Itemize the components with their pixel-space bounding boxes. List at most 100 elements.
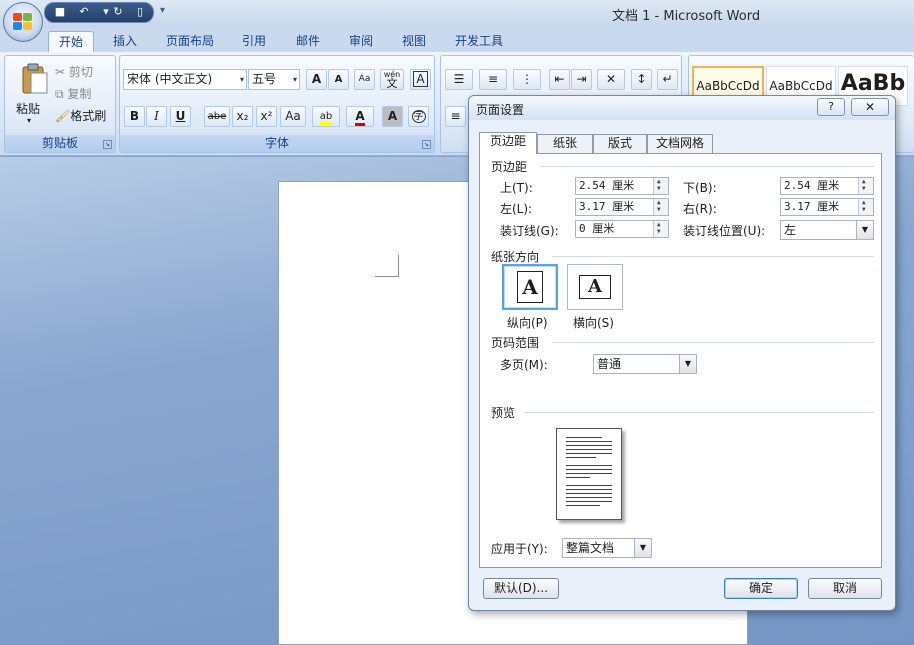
spinner-icon[interactable]: ▲ ▼ [653, 178, 668, 194]
multiple-pages-label: 多页(M): [500, 358, 548, 372]
multiple-pages-select[interactable]: 普通 ▼ [593, 354, 697, 374]
show-marks-icon[interactable]: ↵ [657, 69, 678, 90]
font-group: 宋体 (中文正文) ▾ 五号 ▾ A A Aa wén 文 A B I U abe x… [119, 55, 435, 153]
chevron-down-icon: ▾ [239, 75, 244, 84]
change-case-button[interactable]: Aa [280, 106, 306, 127]
margins-section-title: 页边距 [491, 160, 528, 174]
paste-dropdown-icon[interactable]: ▾ [27, 116, 31, 125]
help-button[interactable]: ? [817, 98, 845, 116]
sort-icon[interactable]: ↕ [631, 69, 652, 90]
cut-label: 剪切 [68, 65, 93, 79]
tab-doc-grid[interactable]: 文档网格 [647, 134, 713, 153]
decrease-indent-icon[interactable]: ⇤ [549, 69, 570, 90]
bottom-margin-field[interactable]: 2.54 厘米 ▲ ▼ [780, 177, 874, 195]
office-button[interactable] [3, 2, 43, 42]
text-direction-icon[interactable]: ✕ [597, 69, 625, 90]
tab-layout[interactable]: 版式 [593, 134, 647, 153]
top-margin-value: 2.54 厘米 [579, 179, 635, 192]
clipboard-group-label: 剪贴板 [5, 135, 115, 152]
save-icon[interactable]: ■ [53, 5, 67, 19]
spinner-icon[interactable]: ▲ ▼ [653, 199, 668, 215]
window-title: 文档 1 - Microsoft Word [612, 9, 761, 24]
underline-button[interactable]: U [170, 106, 191, 127]
paste-button[interactable]: 粘贴 [16, 100, 40, 117]
font-color-button[interactable]: A [346, 106, 374, 127]
cut-button[interactable]: ✂ 剪切 [55, 63, 93, 80]
landscape-button[interactable]: A [567, 264, 623, 310]
top-margin-label: 上(T): [500, 181, 533, 195]
open-icon[interactable]: ▯ [133, 5, 147, 19]
italic-button[interactable]: I [146, 106, 167, 127]
help-icon: ? [828, 100, 834, 113]
format-painter-button[interactable]: 🖌格式刷 [55, 107, 106, 124]
page-preview [556, 428, 622, 520]
portrait-button[interactable]: A [502, 264, 558, 310]
apply-to-select[interactable]: 整篇文档 ▼ [562, 538, 652, 558]
spinner-icon[interactable]: ▲ ▼ [858, 178, 873, 194]
eraser-icon: Aa [358, 74, 371, 84]
align-left-icon[interactable]: ≡ [445, 106, 466, 127]
ok-button[interactable]: 确定 [724, 578, 798, 599]
font-name-combo[interactable]: 宋体 (中文正文) ▾ [123, 69, 247, 90]
phonetic-guide-button[interactable]: wén 文 [380, 69, 404, 90]
tab-home[interactable]: 开始 [48, 31, 94, 52]
superscript-button[interactable]: x² [256, 106, 277, 127]
gutter-position-select[interactable]: 左 ▼ [780, 220, 874, 240]
tab-page-layout[interactable]: 页面布局 [158, 31, 222, 52]
right-margin-value: 3.17 厘米 [784, 200, 840, 213]
spinner-icon[interactable]: ▲ ▼ [653, 221, 668, 237]
chevron-down-icon: ▼ [634, 539, 651, 557]
tab-margins[interactable]: 页边距 [479, 132, 537, 154]
right-margin-field[interactable]: 3.17 厘米 ▲ ▼ [780, 198, 874, 216]
bottom-margin-value: 2.54 厘米 [784, 179, 840, 192]
highlight-button[interactable]: ab [312, 106, 340, 127]
bullets-icon[interactable]: ☰ [445, 69, 473, 90]
left-margin-field[interactable]: 3.17 厘米 ▲ ▼ [575, 198, 669, 216]
copy-label: 复制 [67, 87, 92, 101]
chevron-down-icon: ▼ [679, 355, 696, 373]
tab-review[interactable]: 审阅 [340, 31, 382, 52]
clipboard-launcher-icon[interactable]: ↘ [103, 140, 112, 149]
char-border-button[interactable]: A [410, 69, 431, 90]
font-size-combo[interactable]: 五号 ▾ [248, 69, 300, 90]
portrait-label[interactable]: 纵向(P) [507, 314, 548, 331]
multilevel-list-icon[interactable]: ⋮ [513, 69, 541, 90]
divider [524, 412, 874, 413]
redo-icon[interactable]: ↻ [111, 5, 125, 19]
cancel-button[interactable]: 取消 [808, 578, 882, 599]
spinner-icon[interactable]: ▲ ▼ [858, 199, 873, 215]
tab-insert[interactable]: 插入 [104, 31, 146, 52]
grow-font-button[interactable]: A [306, 69, 327, 90]
bold-button[interactable]: B [124, 106, 145, 127]
tab-view[interactable]: 视图 [394, 31, 434, 52]
page-setup-dialog: 页面设置 ? ✕ 页边距 纸张 版式 文档网格 页边距 上(T): 2.54 厘… [468, 95, 896, 611]
subscript-button[interactable]: x₂ [232, 106, 253, 127]
shrink-font-button[interactable]: A [328, 69, 349, 90]
copy-button[interactable]: ⧉ 复制 [55, 85, 91, 102]
numbering-icon[interactable]: ≡ [479, 69, 507, 90]
preview-section-title: 预览 [491, 406, 516, 420]
tab-paper[interactable]: 纸张 [537, 134, 593, 153]
undo-icon[interactable]: ↶ [77, 5, 91, 19]
tab-developer[interactable]: 开发工具 [446, 31, 512, 52]
landscape-label[interactable]: 横向(S) [573, 314, 614, 331]
set-default-button[interactable]: 默认(D)... [483, 578, 559, 599]
char-shading-icon: A [387, 109, 398, 123]
gutter-field[interactable]: 0 厘米 ▲ ▼ [575, 220, 669, 238]
char-shading-button[interactable]: A [382, 106, 403, 127]
tab-mailings[interactable]: 邮件 [288, 31, 328, 52]
dialog-title-bar[interactable]: 页面设置 ? ✕ [469, 96, 895, 120]
clear-format-button[interactable]: Aa [354, 69, 375, 90]
font-group-label: 字体 [120, 135, 434, 152]
enclose-chars-button[interactable]: 字 [408, 106, 429, 127]
divider [552, 342, 874, 343]
font-launcher-icon[interactable]: ↘ [422, 140, 431, 149]
close-button[interactable]: ✕ [851, 98, 889, 116]
format-painter-label: 格式刷 [70, 109, 107, 123]
pages-section-title: 页码范围 [491, 336, 540, 350]
top-margin-field[interactable]: 2.54 厘米 ▲ ▼ [575, 177, 669, 195]
increase-indent-icon[interactable]: ⇥ [571, 69, 592, 90]
tab-references[interactable]: 引用 [234, 31, 274, 52]
customize-qat-icon[interactable]: ▾ [160, 5, 165, 16]
strikethrough-button[interactable]: abe [204, 106, 230, 127]
